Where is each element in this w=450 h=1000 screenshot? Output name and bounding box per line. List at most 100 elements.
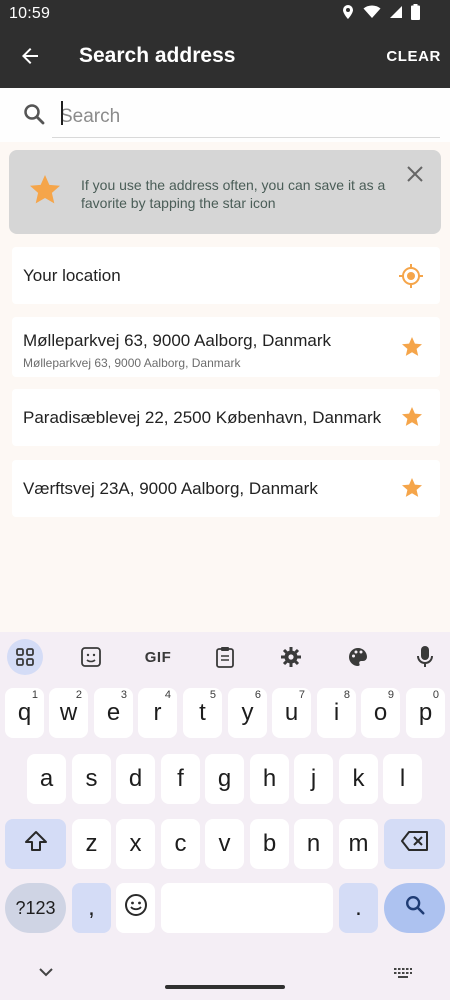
location-subtitle: Mølleparkvej 63, 9000 Aalborg, Danmark (23, 356, 241, 370)
key-label: s (85, 765, 98, 792)
star-icon[interactable] (400, 405, 424, 434)
key-label: r (153, 699, 162, 726)
search-row (0, 88, 450, 142)
key-s[interactable]: s (72, 754, 111, 804)
location-item[interactable]: Mølleparkvej 63, 9000 Aalborg, Danmark M… (12, 317, 440, 377)
sticker-icon[interactable] (73, 639, 109, 675)
key-hint: 1 (31, 689, 38, 701)
status-icons (341, 4, 420, 20)
key-label: h (262, 765, 277, 792)
clipboard-icon[interactable] (207, 639, 243, 675)
location-title: Paradisæblevej 22, 2500 København, Danma… (23, 408, 382, 427)
key-a[interactable]: a (27, 754, 66, 804)
search-icon (22, 102, 46, 131)
chevron-down-icon[interactable] (38, 964, 54, 982)
backspace-key[interactable] (384, 819, 445, 869)
location-title: Værftsvej 23A, 9000 Aalborg, Danmark (23, 479, 318, 498)
key-q[interactable]: q1 (5, 688, 44, 738)
location-title: Your location (23, 266, 121, 285)
close-icon[interactable] (405, 164, 425, 184)
key-b[interactable]: b (250, 819, 289, 869)
key-h[interactable]: h (250, 754, 289, 804)
search-input[interactable] (52, 96, 440, 138)
key-i[interactable]: i8 (317, 688, 356, 738)
space-key[interactable] (161, 883, 333, 933)
key-hint: 2 (75, 689, 82, 701)
key-label: c (174, 830, 187, 857)
location-title: Mølleparkvej 63, 9000 Aalborg, Danmark (23, 331, 332, 350)
tip-text: If you use the address often, you can sa… (81, 177, 386, 211)
key-v[interactable]: v (205, 819, 244, 869)
key-r[interactable]: r4 (138, 688, 177, 738)
key-label: y (241, 699, 254, 726)
key-label: x (129, 830, 142, 857)
period-key[interactable]: . (339, 883, 378, 933)
key-z[interactable]: z (72, 819, 111, 869)
status-bar: 10:59 (0, 0, 450, 28)
gif-label: GIF (144, 648, 172, 666)
key-label: , (88, 894, 95, 921)
key-label: a (39, 765, 54, 792)
apps-grid-icon[interactable] (7, 639, 43, 675)
back-button[interactable] (12, 40, 48, 76)
top-bar: 10:59 Search address CLEAR (0, 0, 450, 88)
key-t[interactable]: t5 (183, 688, 222, 738)
emoji-icon (124, 893, 148, 924)
my-location-icon[interactable] (398, 263, 424, 294)
search-icon (404, 894, 426, 923)
key-j[interactable]: j (294, 754, 333, 804)
key-label: k (352, 765, 365, 792)
key-label: ?123 (15, 897, 56, 918)
location-item-your-location[interactable]: Your location (12, 247, 440, 304)
clear-button[interactable]: CLEAR (386, 48, 441, 65)
location-item[interactable]: Værftsvej 23A, 9000 Aalborg, Danmark (12, 460, 440, 517)
key-g[interactable]: g (205, 754, 244, 804)
mic-icon[interactable] (407, 639, 443, 675)
palette-icon[interactable] (340, 639, 376, 675)
key-label: p (418, 699, 433, 726)
key-u[interactable]: u7 (272, 688, 311, 738)
key-label: e (106, 699, 121, 726)
home-indicator[interactable] (165, 985, 285, 989)
shift-icon (24, 830, 48, 859)
key-m[interactable]: m (339, 819, 378, 869)
key-label: i (333, 699, 340, 726)
key-w[interactable]: w2 (49, 688, 88, 738)
key-label: f (177, 765, 184, 792)
gif-button[interactable]: GIF (140, 639, 176, 675)
key-y[interactable]: y6 (228, 688, 267, 738)
key-hint: 0 (432, 689, 439, 701)
key-d[interactable]: d (116, 754, 155, 804)
settings-icon[interactable] (273, 639, 309, 675)
star-icon[interactable] (400, 335, 424, 364)
status-time: 10:59 (9, 5, 51, 22)
star-icon[interactable] (400, 476, 424, 505)
key-hint: 3 (120, 689, 127, 701)
key-label: d (128, 765, 143, 792)
key-label: n (306, 830, 321, 857)
text-caret (61, 101, 63, 125)
location-item[interactable]: Paradisæblevej 22, 2500 København, Danma… (12, 389, 440, 446)
key-label: u (284, 699, 299, 726)
key-c[interactable]: c (161, 819, 200, 869)
key-f[interactable]: f (161, 754, 200, 804)
key-x[interactable]: x (116, 819, 155, 869)
location-pin-icon (341, 4, 355, 20)
soft-keyboard: GIF q1 w2 e3 r4 t5 y6 u7 i8 o9 p0 a s d … (0, 632, 450, 1000)
key-p[interactable]: p0 (406, 688, 445, 738)
key-hint: 7 (298, 689, 305, 701)
symbols-key[interactable]: ?123 (5, 883, 66, 933)
key-k[interactable]: k (339, 754, 378, 804)
key-l[interactable]: l (383, 754, 422, 804)
search-action-key[interactable] (384, 883, 445, 933)
favorite-tip-card: If you use the address often, you can sa… (9, 150, 441, 234)
emoji-key[interactable] (116, 883, 155, 933)
shift-key[interactable] (5, 819, 66, 869)
comma-key[interactable]: , (72, 883, 111, 933)
wifi-icon (363, 5, 381, 19)
keyboard-switch-icon[interactable] (393, 966, 413, 984)
app-bar: Search address CLEAR (0, 28, 450, 88)
key-e[interactable]: e3 (94, 688, 133, 738)
key-o[interactable]: o9 (361, 688, 400, 738)
key-n[interactable]: n (294, 819, 333, 869)
